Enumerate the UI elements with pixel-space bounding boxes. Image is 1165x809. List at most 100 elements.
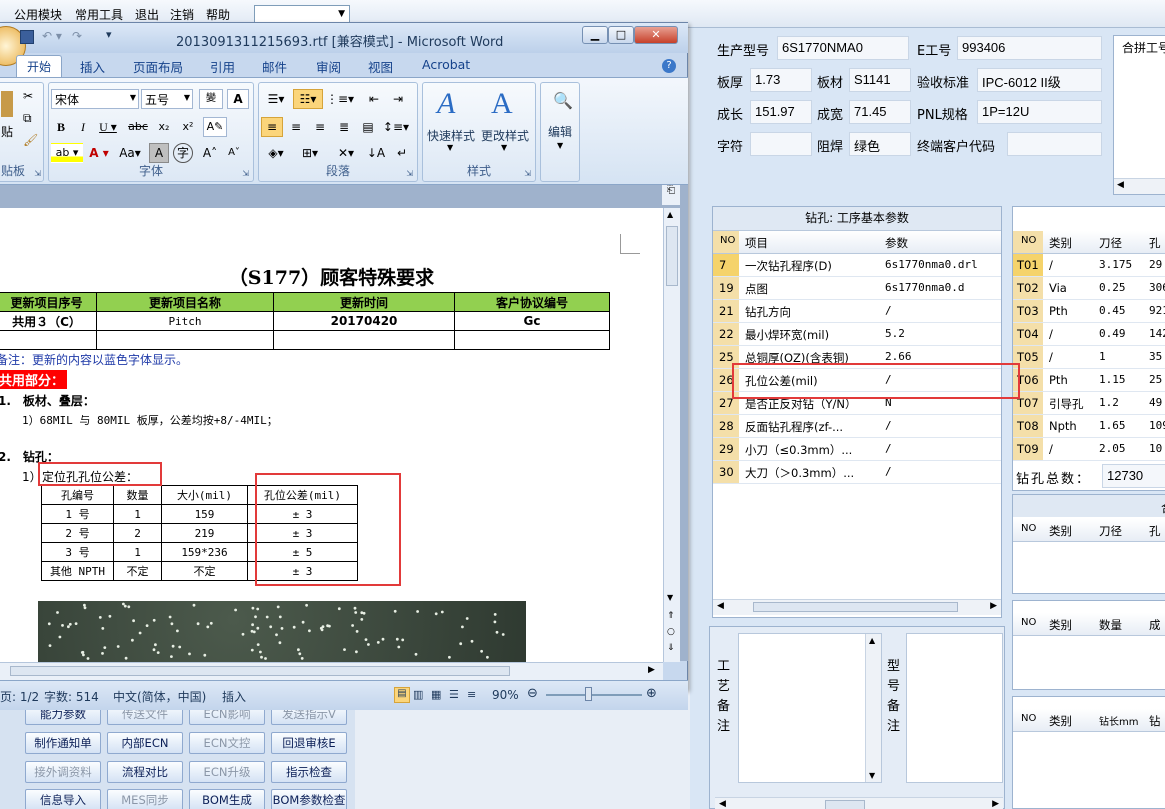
dialog-launcher-icon[interactable]: ⇲	[524, 169, 531, 178]
shrink-font-icon[interactable]: A˅	[223, 143, 245, 163]
scroll-thumb[interactable]	[825, 800, 865, 809]
paste-label[interactable]: 贴	[1, 123, 13, 140]
change-styles-icon[interactable]: A	[491, 87, 513, 121]
menu-public-module[interactable]: 公用模块	[14, 6, 62, 23]
action-button[interactable]: 指示检查	[271, 761, 347, 783]
clear-format-icon[interactable]: A✎	[203, 117, 227, 137]
dialog-launcher-icon[interactable]: ⇲	[242, 169, 249, 178]
standard-field[interactable]: IPC-6012 II级	[977, 68, 1102, 92]
eno-field[interactable]: 993406	[957, 36, 1102, 60]
scroll-thumb[interactable]	[10, 666, 510, 676]
strikethrough-icon[interactable]: abc	[125, 117, 151, 137]
quick-styles-icon[interactable]: A	[437, 87, 455, 121]
drill-row[interactable]: 28 反面钻孔程序(zf-... /	[713, 415, 1001, 438]
zoom-slider-thumb[interactable]	[585, 687, 592, 701]
help-icon[interactable]: ?	[662, 59, 676, 73]
sort-icon[interactable]: ↓A	[365, 143, 387, 163]
font-name-combo[interactable]: 宋体 ▼	[51, 89, 139, 109]
find-icon[interactable]: 🔍	[553, 91, 573, 110]
italic-icon[interactable]: I	[73, 117, 93, 137]
redo-icon[interactable]: ↷	[72, 29, 82, 43]
drill-row[interactable]: 22 最小焊环宽(mil) 5.2	[713, 323, 1001, 346]
show-marks-icon[interactable]: ↵	[391, 143, 413, 163]
save-icon[interactable]	[20, 30, 34, 44]
undo-icon[interactable]: ↶ ▾	[42, 29, 62, 43]
tool-row[interactable]: T04 / 0.49 142	[1013, 323, 1165, 346]
increase-indent-icon[interactable]: ⇥	[387, 89, 409, 109]
paste-icon[interactable]	[1, 91, 13, 117]
print-layout-icon[interactable]: ▤	[394, 687, 410, 703]
tool-row[interactable]: T01 / 3.175 29	[1013, 254, 1165, 277]
tab-mailings[interactable]: 邮件	[262, 57, 287, 76]
action-button[interactable]: 流程对比	[107, 761, 183, 783]
action-button[interactable]: BOM参数检查	[271, 789, 347, 809]
dialog-launcher-icon[interactable]: ⇲	[34, 169, 41, 178]
drill-total-field[interactable]: 12730	[1102, 464, 1165, 488]
grow-font-icon[interactable]: A˄	[199, 143, 221, 163]
quick-styles-button[interactable]: 快速样式	[427, 127, 475, 144]
action-button[interactable]: 制作通知单	[25, 732, 101, 754]
zoom-level[interactable]: 90%	[492, 688, 519, 702]
drill-row[interactable]: 30 大刀（＞0.3mm）... /	[713, 461, 1001, 484]
document-hscroll[interactable]: ▶	[0, 662, 663, 680]
numbering-icon[interactable]: ☷▾	[293, 89, 323, 109]
borders-icon[interactable]: ⊞▾	[295, 143, 325, 163]
drill-grid-hscroll[interactable]: ◀ ▶	[713, 599, 1001, 615]
tool-row[interactable]: T06 Pth 1.15 25	[1013, 369, 1165, 392]
customer-code-field[interactable]	[1007, 132, 1102, 156]
align-right-icon[interactable]: ≡	[309, 117, 331, 137]
action-button[interactable]: 信息导入	[25, 789, 101, 809]
char-field[interactable]	[750, 132, 812, 156]
ruler-toggle-icon[interactable]: ⎗	[662, 185, 680, 205]
process-notes-scroll[interactable]: ▲ ▼	[865, 634, 881, 782]
mask-field[interactable]: 绿色	[849, 132, 911, 156]
chinese-layout-icon[interactable]: ✕▾	[331, 143, 361, 163]
tool-row[interactable]: T08 Npth 1.65 109	[1013, 415, 1165, 438]
drill-row[interactable]: 21 钻孔方向 /	[713, 300, 1001, 323]
font-size-combo[interactable]: 五号 ▼	[141, 89, 193, 109]
tab-home[interactable]: 开始	[16, 55, 62, 79]
tab-layout[interactable]: 页面布局	[133, 57, 183, 76]
bold-icon[interactable]: B	[51, 117, 71, 137]
multilevel-list-icon[interactable]: ⋮≡▾	[325, 89, 355, 109]
menu-logout[interactable]: 注销	[170, 6, 194, 23]
action-button[interactable]: 内部ECN	[107, 732, 183, 754]
web-layout-icon[interactable]: ▦	[431, 688, 441, 701]
full-screen-icon[interactable]: ▥	[413, 688, 423, 701]
tab-review[interactable]: 审阅	[316, 57, 341, 76]
drill-row[interactable]: 19 点图 6s1770nma0.d	[713, 277, 1001, 300]
zoom-out-icon[interactable]: ⊖	[527, 686, 538, 701]
enclose-char-icon[interactable]: 字	[173, 143, 193, 163]
line-spacing-icon[interactable]: ↕≡▾	[381, 117, 411, 137]
align-left-icon[interactable]: ≡	[261, 117, 283, 137]
draft-icon[interactable]: ≡	[467, 688, 476, 701]
close-button[interactable]: ✕	[634, 26, 678, 44]
document-vscroll[interactable]: ▲ ▼ ⇑ ○ ⇓	[663, 208, 680, 662]
font-color-icon[interactable]: A ▾	[85, 143, 113, 163]
zoom-slider[interactable]	[546, 694, 642, 696]
tool-row[interactable]: T02 Via 0.25 306	[1013, 277, 1165, 300]
edit-button[interactable]: 编辑	[548, 123, 572, 140]
dialog-launcher-icon[interactable]: ⇲	[406, 169, 413, 178]
tab-acrobat[interactable]: Acrobat	[422, 57, 470, 72]
format-painter-icon[interactable]: 🖌	[23, 133, 38, 147]
outline-icon[interactable]: ☰	[449, 688, 459, 701]
action-button[interactable]: ECN升级	[189, 761, 265, 783]
process-notes-textarea[interactable]: ▲ ▼	[738, 633, 882, 783]
status-insert-mode[interactable]: 插入	[222, 688, 246, 705]
model-notes-textarea[interactable]	[906, 633, 1003, 783]
drill-row[interactable]: 7 一次钻孔程序(D) 6s1770nma0.drl	[713, 254, 1001, 277]
tab-insert[interactable]: 插入	[80, 57, 105, 76]
action-button[interactable]: MES同步	[107, 789, 183, 809]
cut-icon[interactable]: ✂	[23, 89, 33, 103]
thickness-field[interactable]: 1.73	[750, 68, 812, 92]
combined-job-hscroll[interactable]: ◀	[1114, 178, 1165, 194]
tool-row[interactable]: T05/1 35	[1013, 346, 1165, 369]
tool-row[interactable]: T07 引导孔 1.2 49	[1013, 392, 1165, 415]
select-browse-icon[interactable]: ○	[667, 627, 675, 637]
model-field[interactable]: 6S1770NMA0	[777, 36, 909, 60]
copy-icon[interactable]: ⧉	[23, 111, 32, 126]
action-button[interactable]: ECN文控	[189, 732, 265, 754]
minimize-button[interactable]: ▁	[582, 26, 608, 44]
tab-references[interactable]: 引用	[210, 57, 235, 76]
